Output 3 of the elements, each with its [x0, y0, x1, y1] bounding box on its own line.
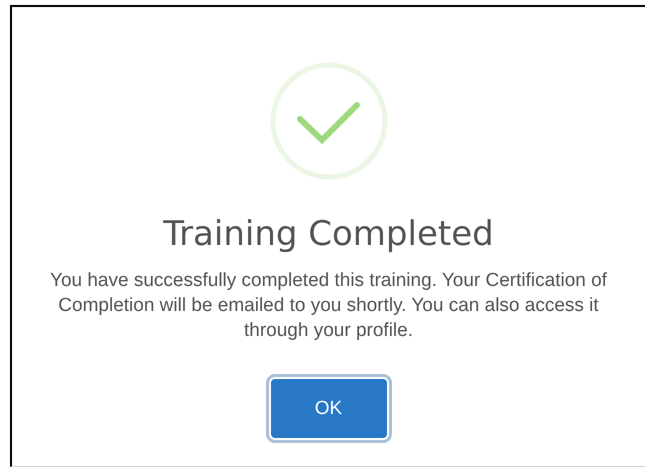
dialog-message: You have successfully completed this training. Your Certification of Completion will be emailed to you shortly. You can also access it through your profile. [49, 269, 608, 343]
checkmark-icon [270, 62, 388, 180]
dialog-title: Training Completed [163, 214, 494, 254]
